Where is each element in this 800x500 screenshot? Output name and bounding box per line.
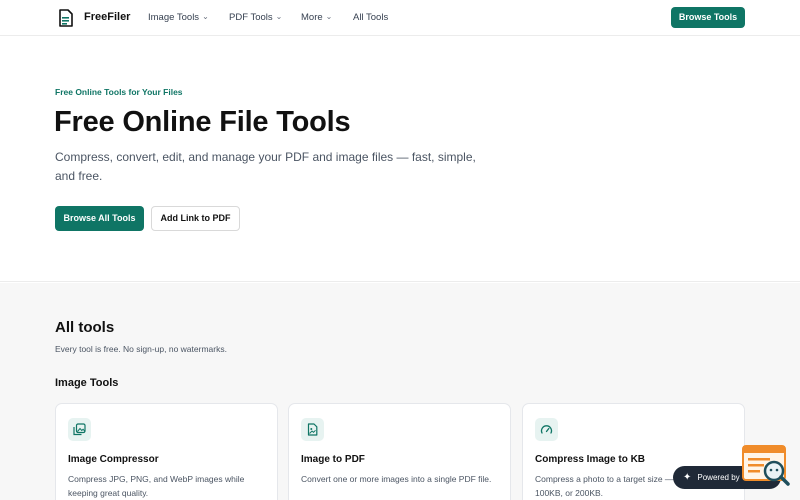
nav-all-tools-label: All Tools [353,12,389,23]
top-nav-bar: FreeFiler Image Tools ⌄ PDF Tools ⌄ More… [0,0,800,36]
section-title: All tools [55,319,115,336]
tool-card-image-to-pdf[interactable]: Image to PDF Convert one or more images … [288,403,511,500]
search-mascot-icon[interactable] [741,444,791,490]
nav-image-tools-label: Image Tools [148,12,200,23]
images-icon [68,418,91,441]
nav-more[interactable]: More ⌄ [301,12,332,23]
hero-eyebrow: Free Online Tools for Your Files [55,87,183,97]
chevron-down-icon: ⌄ [275,12,283,21]
nav-image-tools[interactable]: Image Tools ⌄ [148,12,209,23]
card-description: Convert one or more images into a single… [301,474,492,484]
card-title: Image Compressor [68,454,159,465]
brand-name[interactable]: FreeFiler [84,11,130,23]
add-link-to-pdf-button[interactable]: Add Link to PDF [151,206,240,231]
nav-pdf-tools[interactable]: PDF Tools ⌄ [229,12,282,23]
file-logo-icon[interactable] [57,9,75,27]
section-subtitle: Every tool is free. No sign-up, no water… [55,344,227,354]
nav-all-tools[interactable]: All Tools [353,12,388,23]
image-file-icon [301,418,324,441]
hero-section: Free Online Tools for Your Files Free On… [0,37,800,282]
card-title: Compress Image to KB [535,454,646,465]
chevron-down-icon: ⌄ [325,12,333,21]
nav-pdf-tools-label: PDF Tools [229,12,273,23]
tool-card-image-compressor[interactable]: Image Compressor Compress JPG, PNG, and … [55,403,278,500]
browse-tools-button[interactable]: Browse Tools [671,7,745,28]
page-title: Free Online File Tools [54,106,351,138]
category-title: Image Tools [55,377,119,389]
gauge-icon [535,418,558,441]
chevron-down-icon: ⌄ [202,12,209,21]
browse-all-tools-button[interactable]: Browse All Tools [55,206,144,231]
card-description: Compress JPG, PNG, and WebP images while… [68,474,245,498]
card-title: Image to PDF [301,454,365,465]
hero-description: Compress, convert, edit, and manage your… [55,150,476,183]
nav-more-label: More [301,12,323,23]
badge-prefix: Powered by [697,473,740,482]
sparkle-icon: ✦ [683,472,692,483]
